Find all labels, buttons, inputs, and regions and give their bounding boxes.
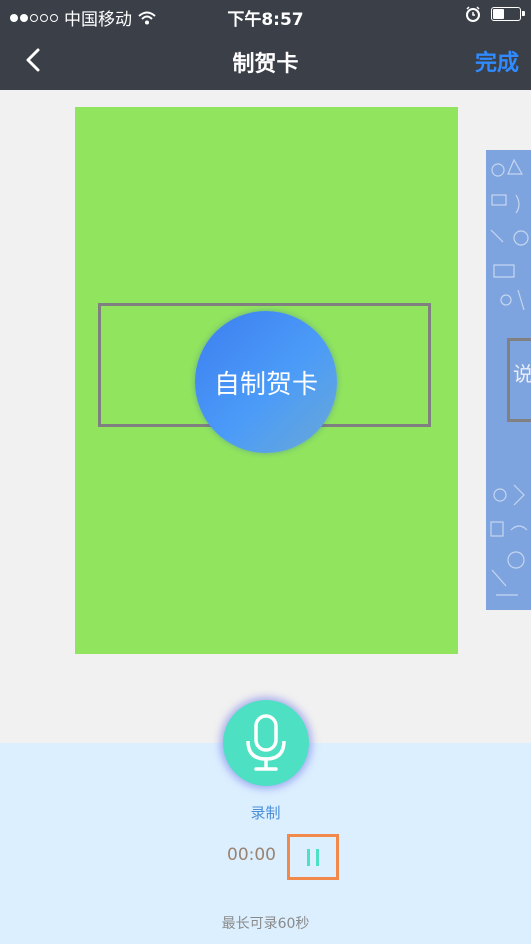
- greeting-card-template-next[interactable]: 说: [486, 150, 531, 610]
- alarm-clock-icon: [466, 6, 480, 22]
- microphone-icon: [246, 714, 286, 771]
- status-right: [465, 6, 525, 22]
- pause-button[interactable]: [287, 834, 339, 880]
- page-title: 制贺卡: [232, 52, 299, 77]
- record-timer: 00:00: [227, 845, 276, 865]
- status-bar: 中国移动 下午8:57: [0, 0, 531, 30]
- status-time: 下午8:57: [227, 10, 304, 30]
- done-button[interactable]: 完成: [475, 45, 519, 77]
- battery-icon: [491, 7, 525, 21]
- navigation-bar: 制贺卡 完成: [0, 30, 531, 90]
- record-label: 录制: [250, 804, 281, 822]
- next-card-text: 说: [513, 362, 531, 386]
- record-mic-button[interactable]: [223, 700, 309, 786]
- max-duration-hint: 最长可录60秒: [221, 916, 310, 932]
- make-card-button[interactable]: 自制贺卡: [195, 311, 337, 453]
